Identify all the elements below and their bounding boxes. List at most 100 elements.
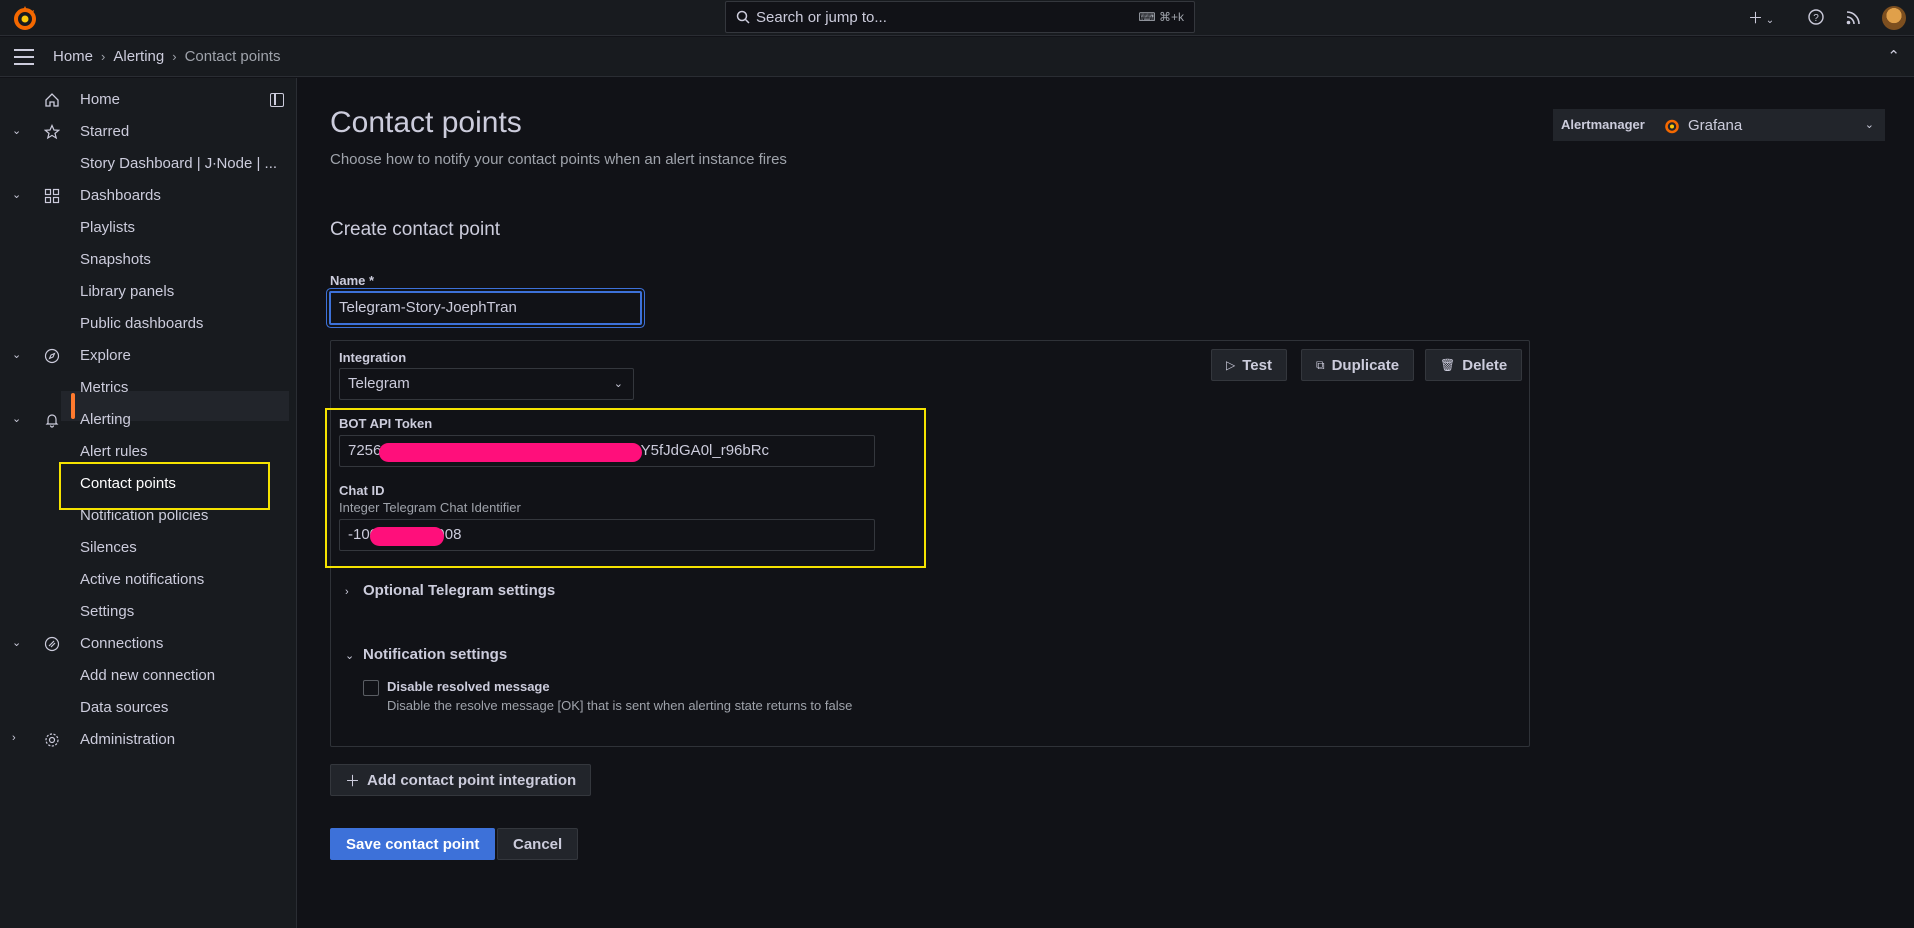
alertmanager-value: Grafana	[1688, 117, 1743, 134]
sidebar-item-label: Data sources	[80, 699, 169, 716]
sidebar-item-playlists[interactable]: Playlists	[0, 215, 297, 243]
disable-resolved-checkbox[interactable]	[363, 680, 379, 696]
search-placeholder: Search or jump to...	[756, 9, 887, 26]
sidebar-item-label: Playlists	[80, 219, 136, 236]
sidebar-item-label: Explore	[80, 347, 131, 364]
breadcrumb: Home › Alerting › Contact points	[53, 48, 280, 65]
sidebar-item-connections[interactable]: ⌄ Connections	[0, 631, 297, 659]
sidebar-item-alerting[interactable]: ⌄ Alerting	[0, 407, 297, 435]
grafana-icon	[1665, 119, 1679, 134]
menu-icon[interactable]	[14, 49, 34, 65]
chevron-down-icon: ⌄	[1864, 119, 1874, 131]
sidebar-item-label: Active notifications	[80, 571, 205, 588]
breadcrumb-home[interactable]: Home	[53, 48, 93, 65]
form-title: Create contact point	[330, 219, 501, 240]
breadcrumb-bar: Home › Alerting › Contact points ⌃	[0, 37, 1914, 77]
delete-button-label: Delete	[1462, 356, 1508, 374]
search-shortcut-label: ⌘+k	[1158, 10, 1184, 24]
grafana-logo-icon[interactable]	[12, 5, 38, 31]
test-button[interactable]: ▷ Test	[1211, 349, 1287, 381]
trash-icon: 🗑	[1440, 358, 1456, 372]
alertmanager-select[interactable]: Grafana ⌄	[1653, 109, 1885, 141]
sidebar-item-administration[interactable]: › Administration	[0, 727, 297, 755]
sidebar-item-label: Administration	[80, 731, 176, 748]
chevron-up-icon[interactable]: ⌃	[1887, 47, 1900, 65]
search-icon	[736, 10, 750, 24]
chevron-down-icon: ⌄	[1763, 15, 1775, 26]
redaction-mark	[370, 527, 444, 546]
chevron-down-icon[interactable]: ⌄	[12, 412, 21, 425]
page-title: Contact points	[330, 106, 522, 139]
chevron-right-icon: ›	[172, 49, 177, 64]
sidebar-item-add-new-connection[interactable]: Add new connection	[0, 663, 297, 691]
sidebar-item-settings[interactable]: Settings	[0, 599, 297, 627]
sidebar-item-explore[interactable]: ⌄ Explore	[0, 343, 297, 371]
plus-icon[interactable]: ＋ ⌄	[1748, 7, 1774, 28]
help-icon[interactable]: ?	[1808, 9, 1824, 25]
sidebar-item-public-dashboards[interactable]: Public dashboards	[0, 311, 297, 339]
bell-icon	[45, 414, 59, 428]
save-contact-point-button[interactable]: Save contact point	[330, 828, 496, 860]
svg-text:?: ?	[1813, 13, 1819, 24]
sidebar-item-label: Story Dashboard | J∙Node | ...	[80, 155, 278, 172]
copy-icon: ⧉	[1316, 357, 1325, 372]
send-icon: ▷	[1226, 358, 1236, 372]
optional-telegram-settings-toggle[interactable]: › Optional Telegram settings	[345, 582, 555, 599]
sidebar-item-label: Alert rules	[80, 443, 148, 460]
sidebar-item-label: Alerting	[80, 411, 131, 428]
sidebar-item-snapshots[interactable]: Snapshots	[0, 247, 297, 275]
alertmanager-label: Alertmanager	[1553, 109, 1653, 141]
user-avatar[interactable]	[1882, 6, 1906, 30]
chevron-right-icon: ›	[345, 586, 349, 598]
breadcrumb-contact-points: Contact points	[184, 48, 281, 65]
name-label: Name *	[330, 273, 375, 288]
sidebar-item-label: Dashboards	[80, 187, 161, 204]
bot-token-label: BOT API Token	[339, 416, 433, 431]
integration-value: Telegram	[348, 375, 410, 392]
duplicate-button[interactable]: ⧉ Duplicate	[1301, 349, 1415, 381]
sidebar-item-metrics[interactable]: Metrics	[0, 375, 297, 403]
chevron-right-icon: ›	[101, 49, 106, 64]
chat-id-description: Integer Telegram Chat Identifier	[339, 500, 521, 515]
test-button-label: Test	[1242, 356, 1272, 374]
chevron-down-icon[interactable]: ⌄	[12, 636, 21, 649]
sidebar-item-home[interactable]: Home	[0, 87, 297, 115]
sidebar-item-starred[interactable]: ⌄ Starred	[0, 119, 297, 147]
home-icon	[45, 93, 59, 107]
disable-resolved-description: Disable the resolve message [OK] that is…	[387, 698, 853, 713]
plus-icon: ＋	[345, 772, 361, 790]
chevron-down-icon[interactable]: ⌄	[12, 124, 21, 137]
sidebar-item-label: Home	[80, 91, 121, 108]
search-bar[interactable]: Search or jump to... ⌨ ⌘+k	[725, 1, 1195, 33]
compass-icon	[44, 348, 60, 364]
integration-select[interactable]: Telegram ⌄	[339, 368, 634, 400]
chevron-down-icon: ⌄	[345, 650, 355, 662]
sidebar-item-label: Add new connection	[80, 667, 216, 684]
sidebar-item-silences[interactable]: Silences	[0, 535, 297, 563]
sidebar-item-active-notifications[interactable]: Active notifications	[0, 567, 297, 595]
delete-button[interactable]: 🗑 Delete	[1425, 349, 1523, 381]
sidebar-item-label: Settings	[80, 603, 135, 620]
sidebar-item-library-panels[interactable]: Library panels	[0, 279, 297, 307]
notification-settings-label: Notification settings	[363, 646, 508, 663]
cancel-button[interactable]: Cancel	[497, 828, 579, 860]
sidebar-item-story-dashboard[interactable]: Story Dashboard | J∙Node | ...	[0, 151, 297, 179]
add-integration-label: Add contact point integration	[367, 771, 577, 789]
highlight-box-contact-points	[59, 462, 270, 510]
chevron-down-icon[interactable]: ⌄	[12, 188, 21, 201]
chevron-right-icon[interactable]: ›	[12, 732, 16, 744]
sidebar-item-label: Connections	[80, 635, 164, 652]
chevron-down-icon[interactable]: ⌄	[12, 348, 21, 361]
name-input[interactable]: Telegram-Story-JoephTran	[329, 291, 642, 325]
sidebar-item-label: Starred	[80, 123, 130, 140]
sidebar-item-data-sources[interactable]: Data sources	[0, 695, 297, 723]
add-integration-button[interactable]: ＋ Add contact point integration	[330, 764, 592, 796]
sidebar-item-dashboards[interactable]: ⌄ Dashboards	[0, 183, 297, 211]
rss-icon[interactable]	[1846, 10, 1861, 25]
breadcrumb-alerting[interactable]: Alerting	[113, 48, 164, 65]
duplicate-button-label: Duplicate	[1331, 356, 1400, 374]
cog-icon	[45, 733, 59, 747]
notification-settings-toggle[interactable]: ⌄ Notification settings	[345, 646, 507, 663]
redaction-mark	[379, 443, 642, 462]
apps-icon	[44, 188, 60, 204]
